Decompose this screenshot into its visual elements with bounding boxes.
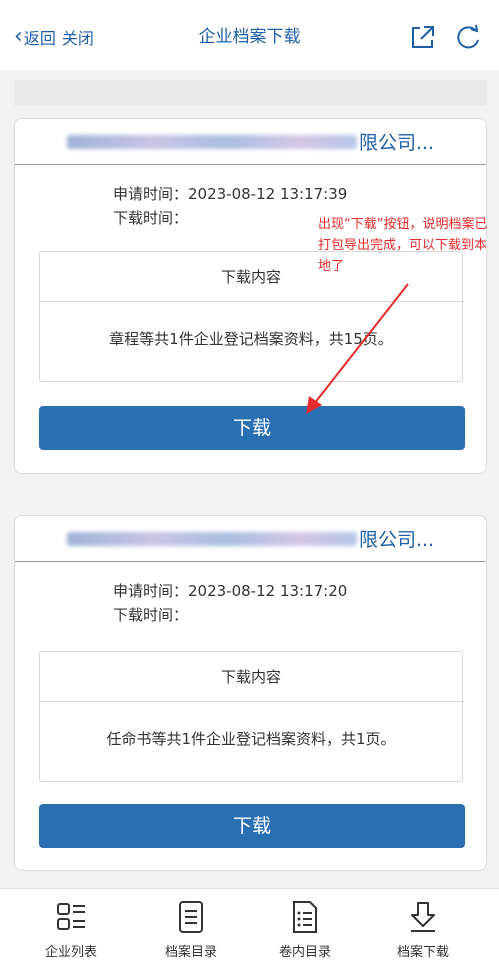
volume-catalog-icon	[293, 901, 317, 933]
download-content-body: 章程等共1件企业登记档案资料，共15页。	[109, 330, 393, 348]
company-name-suffix: 限公司...	[358, 132, 435, 154]
nav-company-list[interactable]: 企业列表	[26, 899, 116, 960]
company-name: 限公司...	[15, 516, 486, 562]
download-content-header: 下载内容	[40, 652, 462, 702]
bottom-nav: 企业列表 档案目录 卷内目录 档案下载	[0, 888, 499, 972]
company-name: 限公司...	[15, 119, 486, 165]
top-bar: ‹ 返回 关闭 企业档案下载	[0, 0, 499, 70]
refresh-icon[interactable]	[454, 23, 482, 51]
download-button[interactable]: 下载	[39, 406, 465, 450]
archive-card: 限公司... 申请时间：2023-08-12 13:17:20 下载时间： 下载…	[14, 515, 487, 871]
blurred-company-name	[66, 134, 357, 149]
download-content-box: 下载内容 任命书等共1件企业登记档案资料，共1页。	[39, 651, 463, 782]
annotation-note: 出现“下载”按钮，说明档案已打包导出完成，可以下载到本地了	[318, 217, 488, 274]
nav-archive-catalog[interactable]: 档案目录	[146, 899, 236, 960]
nav-label: 卷内目录	[278, 945, 331, 960]
company-name-suffix: 限公司...	[358, 529, 435, 551]
nav-label: 档案下载	[396, 945, 449, 960]
nav-label: 档案目录	[164, 945, 217, 960]
share-icon[interactable]	[410, 24, 436, 50]
nav-volume-catalog[interactable]: 卷内目录	[260, 899, 350, 960]
apply-time: 申请时间：2023-08-12 13:17:20	[113, 582, 348, 600]
download-content-body: 任命书等共1件企业登记档案资料，共1页。	[106, 730, 396, 748]
blurred-company-name	[66, 531, 357, 546]
company-list-icon	[57, 903, 85, 930]
download-time: 下载时间：	[113, 209, 189, 227]
archive-catalog-icon	[179, 901, 203, 933]
notice-strip	[14, 80, 487, 106]
archive-card: 限公司... 申请时间：2023-08-12 13:17:39 下载时间： 下载…	[14, 118, 487, 474]
download-time: 下载时间：	[113, 606, 189, 624]
archive-download-icon	[411, 902, 435, 932]
apply-time: 申请时间：2023-08-12 13:17:39	[113, 185, 348, 203]
nav-label: 企业列表	[44, 945, 97, 960]
download-button[interactable]: 下载	[39, 804, 465, 848]
nav-archive-download[interactable]: 档案下载	[378, 899, 468, 960]
